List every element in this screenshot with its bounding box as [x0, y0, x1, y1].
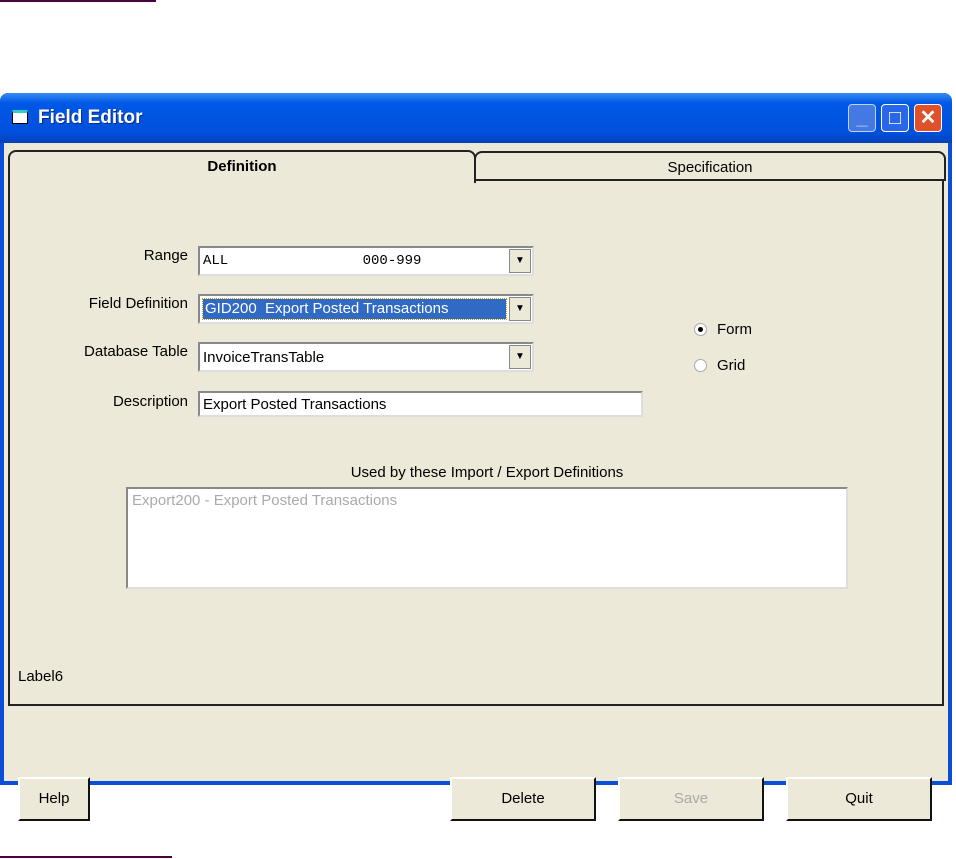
list-item[interactable]: Export200 - Export Posted Transactions — [132, 492, 842, 509]
save-button[interactable]: Save — [618, 777, 764, 821]
radio-form-label[interactable]: Form — [717, 321, 752, 338]
field-definition-value: GID200 Export Posted Transactions — [202, 298, 507, 320]
range-label: Range — [143, 247, 188, 264]
range-value: ALL 000-999 — [203, 253, 422, 269]
tab-definition[interactable]: Definition — [8, 150, 476, 183]
chevron-down-icon[interactable]: ▼ — [509, 249, 531, 273]
tab-specification[interactable]: Specification — [474, 151, 946, 181]
description-label: Description — [112, 393, 188, 410]
description-input[interactable]: Export Posted Transactions — [198, 391, 643, 417]
maximize-icon[interactable]: □ — [881, 104, 909, 132]
help-button[interactable]: Help — [18, 777, 90, 821]
chevron-down-icon[interactable]: ▼ — [509, 345, 531, 369]
title-bar[interactable]: Field Editor _ □ ✕ — [0, 93, 952, 143]
status-label: Label6 — [18, 668, 64, 685]
help-button-label: Help — [38, 790, 70, 807]
radio-grid-label[interactable]: Grid — [717, 357, 745, 374]
decorative-line — [0, 0, 156, 2]
decorative-line — [0, 856, 172, 858]
range-combo[interactable]: ALL 000-999 ▼ — [198, 246, 534, 276]
app-window-icon — [12, 110, 28, 124]
database-table-label: Database Table — [84, 343, 188, 360]
quit-button[interactable]: Quit — [786, 777, 932, 821]
close-icon[interactable]: ✕ — [914, 104, 942, 132]
radio-grid[interactable] — [694, 359, 707, 372]
used-by-listbox[interactable]: Export200 - Export Posted Transactions — [126, 487, 848, 589]
client-area: Specification Definition Range ALL 000-9… — [4, 143, 948, 821]
window-title: Field Editor — [38, 107, 143, 128]
field-definition-combo[interactable]: GID200 Export Posted Transactions ▼ — [198, 294, 534, 324]
delete-button[interactable]: Delete — [450, 777, 596, 821]
chevron-down-icon[interactable]: ▼ — [509, 297, 531, 321]
used-by-label: Used by these Import / Export Definition… — [350, 464, 624, 481]
field-editor-window: Field Editor _ □ ✕ Specification Definit… — [0, 93, 952, 821]
database-table-value: InvoiceTransTable — [203, 349, 325, 366]
radio-form[interactable] — [694, 323, 707, 336]
minimize-icon[interactable]: _ — [848, 104, 876, 132]
database-table-combo[interactable]: InvoiceTransTable ▼ — [198, 342, 534, 372]
field-definition-label: Field Definition — [88, 295, 188, 312]
